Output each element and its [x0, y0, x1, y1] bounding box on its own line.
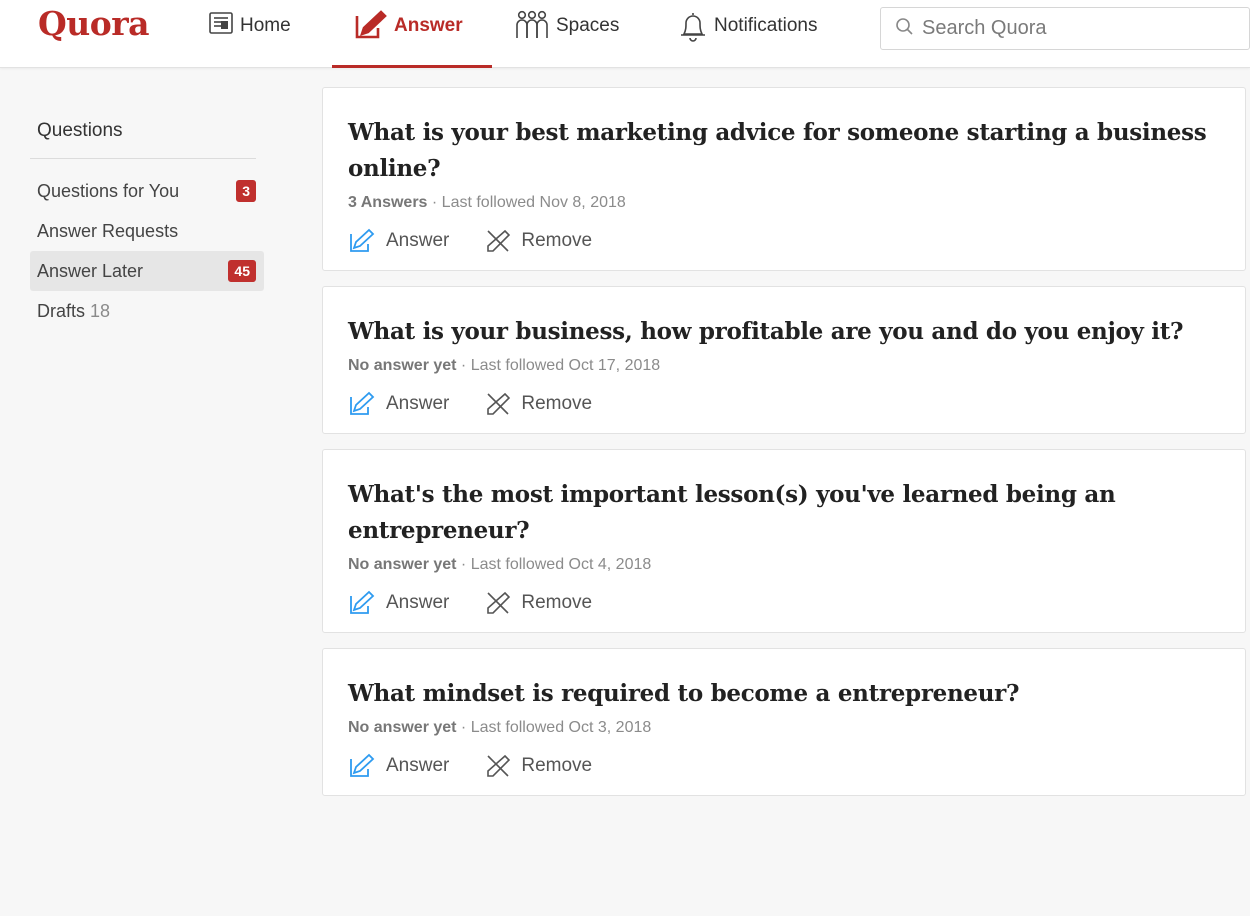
last-followed: · Last followed Oct 4, 2018	[456, 556, 652, 573]
active-tab-indicator	[332, 65, 492, 68]
remove-label: Remove	[521, 755, 593, 776]
question-meta: No answer yet · Last followed Oct 3, 201…	[348, 719, 1219, 737]
answer-button[interactable]: Answer	[348, 590, 449, 616]
sidebar-item-label: Answer Later	[37, 260, 144, 281]
question-meta: No answer yet · Last followed Oct 17, 20…	[348, 357, 1219, 375]
sidebar-item-label: Questions for You	[37, 180, 180, 201]
answer-label: Answer	[386, 393, 450, 414]
remove-button[interactable]: Remove	[485, 753, 592, 779]
nav-answer[interactable]: Answer	[332, 0, 492, 68]
remove-button[interactable]: Remove	[485, 391, 592, 417]
question-feed: What is your best marketing advice for s…	[322, 87, 1246, 811]
answer-button[interactable]: Answer	[348, 228, 449, 254]
nav-home-label: Home	[240, 15, 291, 36]
answer-pencil-icon	[350, 391, 375, 415]
sidebar-item-label: Answer Requests	[37, 220, 179, 241]
sidebar-item-label: Drafts	[37, 300, 86, 321]
pencil-icon	[354, 10, 388, 46]
question-card: What mindset is required to become a ent…	[322, 648, 1246, 796]
question-meta: 3 Answers · Last followed Nov 8, 2018	[348, 194, 1219, 212]
question-title[interactable]: What mindset is required to become a ent…	[348, 676, 1219, 712]
sidebar-item-answer-requests[interactable]: Answer Requests	[30, 211, 264, 251]
nav-spaces-label: Spaces	[556, 15, 620, 36]
answer-label: Answer	[386, 230, 450, 251]
nav-notifications-label: Notifications	[714, 15, 818, 36]
count-badge: 3	[236, 180, 256, 202]
answer-count[interactable]: 3 Answers	[348, 194, 427, 211]
remove-label: Remove	[521, 592, 593, 613]
question-title[interactable]: What is your best marketing advice for s…	[348, 115, 1219, 187]
quora-logo[interactable]: Quora	[38, 4, 150, 43]
nav-notifications[interactable]: Notifications	[678, 0, 818, 68]
last-followed: · Last followed Oct 17, 2018	[456, 357, 661, 374]
people-group-icon	[514, 10, 550, 46]
question-card: What is your business, how profitable ar…	[322, 286, 1246, 434]
top-nav-bar: Quora Home Answer Spaces Notifications S…	[0, 0, 1250, 68]
answer-count[interactable]: No answer yet	[348, 556, 456, 573]
answer-label: Answer	[386, 755, 450, 776]
remove-label: Remove	[521, 393, 593, 414]
question-meta: No answer yet · Last followed Oct 4, 201…	[348, 556, 1219, 574]
search-icon	[895, 17, 914, 41]
sidebar-item-questions-for-you[interactable]: Questions for You 3	[30, 171, 264, 211]
sidebar-item-answer-later[interactable]: Answer Later 45	[30, 251, 264, 291]
news-feed-icon	[208, 10, 234, 42]
question-title[interactable]: What's the most important lesson(s) you'…	[348, 477, 1219, 549]
bell-icon	[678, 10, 708, 48]
questions-sidebar: Questions Questions for You 3 Answer Req…	[30, 100, 264, 331]
answer-pencil-icon	[350, 590, 375, 614]
answer-button[interactable]: Answer	[348, 753, 449, 779]
nav-answer-label: Answer	[394, 15, 463, 36]
answer-pencil-icon	[350, 753, 375, 777]
remove-icon	[487, 392, 511, 415]
last-followed: · Last followed Oct 3, 2018	[456, 719, 652, 736]
question-card: What is your best marketing advice for s…	[322, 87, 1246, 271]
count-badge: 45	[228, 260, 256, 282]
answer-count[interactable]: No answer yet	[348, 357, 456, 374]
remove-label: Remove	[521, 230, 593, 251]
remove-button[interactable]: Remove	[485, 590, 592, 616]
sidebar-item-drafts[interactable]: Drafts 18	[30, 291, 264, 331]
search-input[interactable]	[922, 17, 1242, 40]
last-followed: · Last followed Nov 8, 2018	[427, 194, 626, 211]
remove-icon	[487, 229, 511, 252]
answer-button[interactable]: Answer	[348, 391, 449, 417]
answer-pencil-icon	[350, 228, 375, 252]
answer-label: Answer	[386, 592, 450, 613]
drafts-count: 18	[90, 300, 111, 321]
remove-button[interactable]: Remove	[485, 228, 592, 254]
nav-home[interactable]: Home	[208, 0, 291, 68]
question-card: What's the most important lesson(s) you'…	[322, 449, 1246, 633]
remove-icon	[487, 591, 511, 614]
remove-icon	[487, 754, 511, 777]
search-box[interactable]	[880, 7, 1250, 50]
nav-spaces[interactable]: Spaces	[514, 0, 619, 68]
sidebar-title: Questions	[30, 100, 256, 159]
answer-count[interactable]: No answer yet	[348, 719, 456, 736]
question-title[interactable]: What is your business, how profitable ar…	[348, 314, 1219, 350]
